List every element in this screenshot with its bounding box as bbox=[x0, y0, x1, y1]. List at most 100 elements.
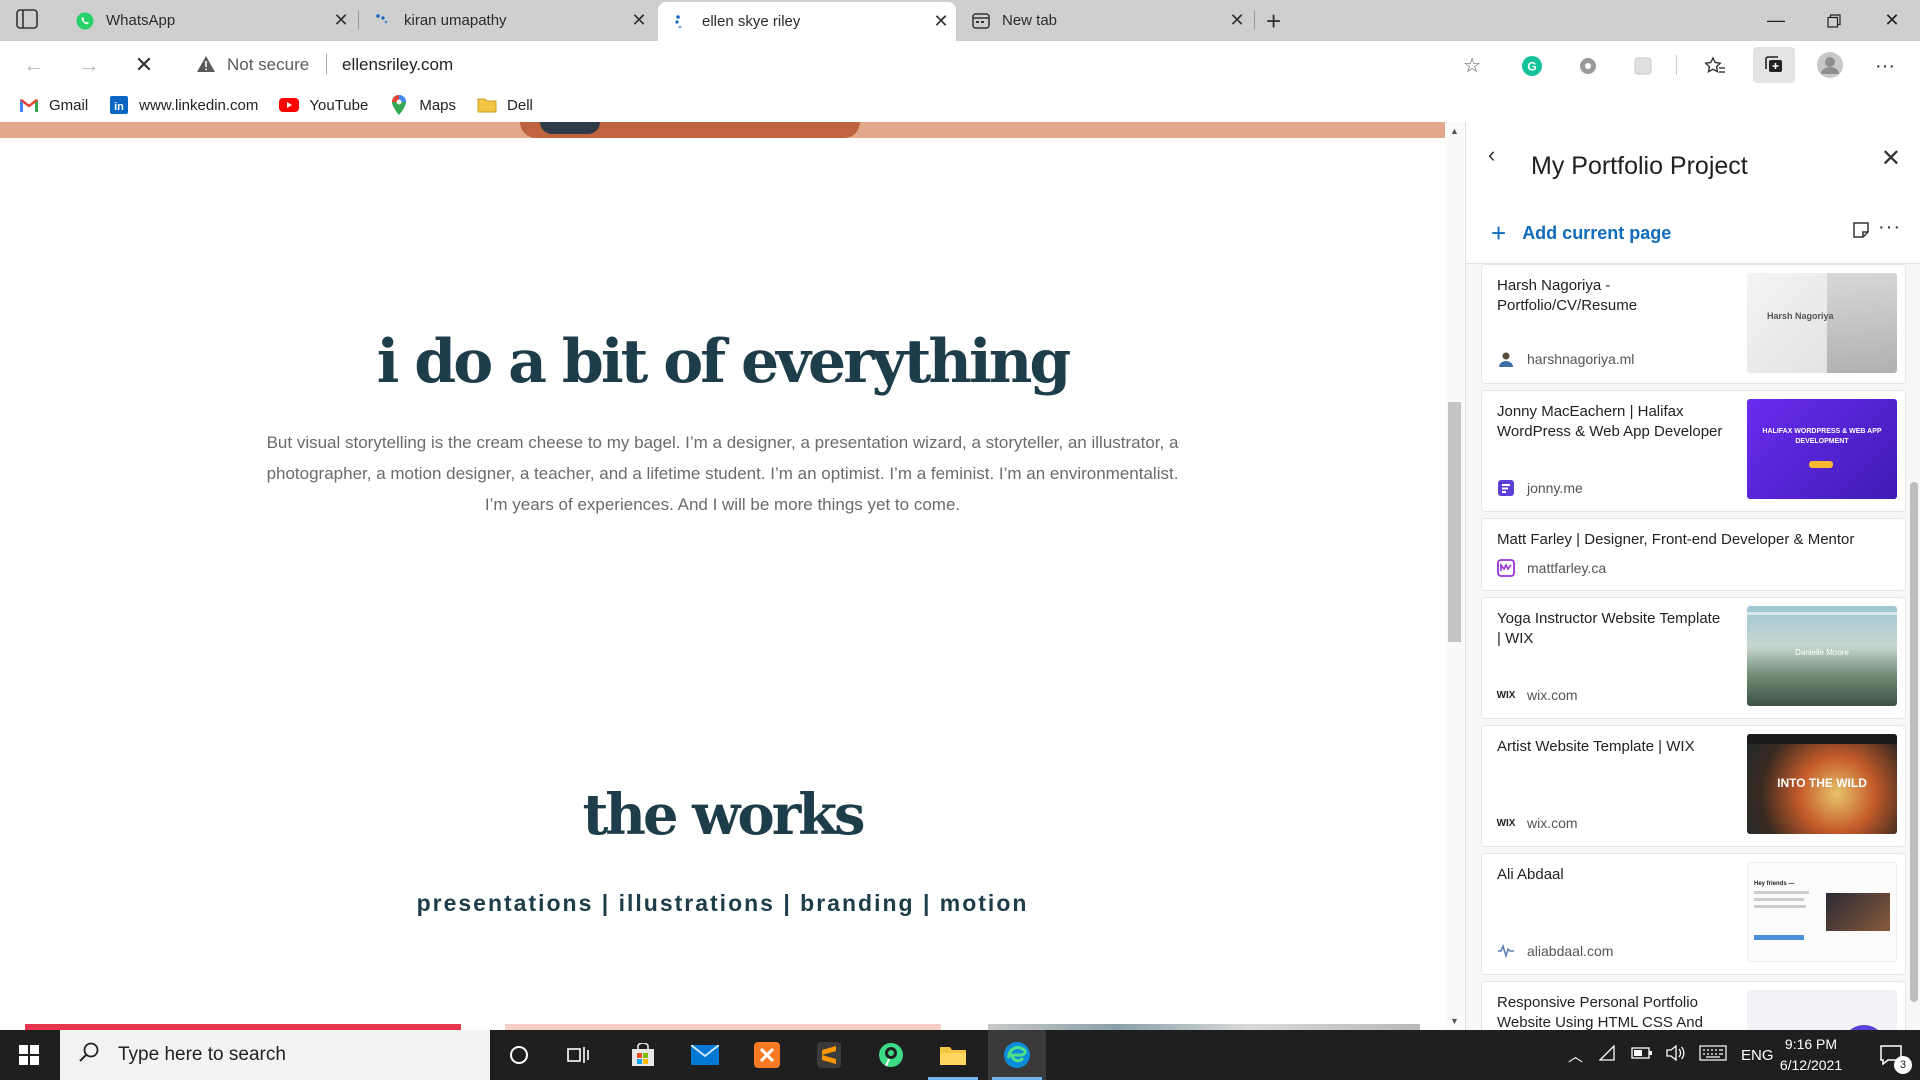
taskbar-search-box[interactable]: Type here to search bbox=[60, 1030, 490, 1080]
collection-item[interactable]: Jonny MacEachern | Halifax WordPress & W… bbox=[1481, 390, 1906, 512]
search-placeholder: Type here to search bbox=[118, 1044, 286, 1065]
taskbar-mail[interactable] bbox=[676, 1030, 734, 1080]
browser-toolbar: ← → ✕ Not secure ellensriley.com ☆ G ··· bbox=[0, 41, 1920, 88]
close-tab-icon[interactable]: ✕ bbox=[326, 10, 356, 31]
pane-scrollbar-thumb[interactable] bbox=[1910, 482, 1918, 1002]
collection-item[interactable]: Responsive Personal Portfolio Website Us… bbox=[1481, 981, 1906, 1030]
bookmark-maps[interactable]: Maps bbox=[389, 95, 456, 115]
taskbar-android-studio[interactable] bbox=[862, 1030, 920, 1080]
collection-title: My Portfolio Project bbox=[1531, 152, 1748, 180]
folder-icon bbox=[477, 96, 497, 114]
favorites-icon bbox=[1704, 56, 1725, 73]
back-arrow-icon: ← bbox=[23, 52, 45, 77]
url-text[interactable]: ellensriley.com bbox=[342, 55, 453, 75]
pane-scrollbar[interactable] bbox=[1910, 272, 1918, 1022]
profile-button[interactable] bbox=[1815, 50, 1845, 80]
warning-icon bbox=[196, 55, 216, 78]
category-filter[interactable]: presentations | illustrations | branding… bbox=[0, 890, 1445, 917]
bookmark-label: Gmail bbox=[49, 96, 89, 114]
minimize-button[interactable]: — bbox=[1748, 0, 1804, 41]
collection-item[interactable]: Yoga Instructor Website Template | WIX W… bbox=[1481, 597, 1906, 719]
item-title: Jonny MacEachern | Halifax WordPress & W… bbox=[1497, 403, 1723, 440]
bookmark-folder-dell[interactable]: Dell bbox=[477, 96, 533, 114]
toolbar-separator bbox=[1676, 55, 1677, 75]
action-center-button[interactable]: 3 bbox=[1862, 1030, 1920, 1080]
tab-actions-button[interactable] bbox=[16, 9, 40, 31]
item-source: jonny.me bbox=[1497, 479, 1583, 497]
grammarly-extension[interactable]: G bbox=[1519, 53, 1545, 79]
site-favicon-icon bbox=[1497, 559, 1515, 577]
item-title: Matt Farley | Designer, Front-end Develo… bbox=[1497, 531, 1855, 548]
tab-kiran-umapathy[interactable]: kiran umapathy ✕ bbox=[360, 0, 654, 41]
address-bar[interactable]: Not secure ellensriley.com ☆ bbox=[180, 45, 1493, 83]
taskbar-clock[interactable]: 9:16 PM 6/12/2021 bbox=[1766, 1034, 1856, 1076]
taskbar-store[interactable] bbox=[614, 1030, 672, 1080]
new-tab-button[interactable]: + bbox=[1266, 6, 1281, 37]
source-domain: jonny.me bbox=[1527, 480, 1583, 496]
youtube-icon bbox=[279, 96, 300, 114]
taskbar-edge[interactable] bbox=[988, 1030, 1046, 1080]
source-domain: wix.com bbox=[1527, 815, 1578, 831]
linkedin-icon: in bbox=[109, 96, 129, 114]
stop-icon: ✕ bbox=[134, 52, 154, 77]
collections-pane: ‹ My Portfolio Project ✕ + Add current p… bbox=[1465, 122, 1920, 1030]
site-favicon-icon bbox=[1497, 479, 1515, 497]
extension-gear[interactable] bbox=[1575, 53, 1601, 79]
collection-item[interactable]: Artist Website Template | WIX WIX wix.co… bbox=[1481, 725, 1906, 847]
more-options-icon[interactable]: ··· bbox=[1878, 216, 1901, 239]
settings-more-button[interactable]: ··· bbox=[1872, 53, 1898, 79]
taskbar-sublime[interactable] bbox=[800, 1030, 858, 1080]
close-tab-icon[interactable]: ✕ bbox=[1222, 10, 1252, 31]
wix-icon: WIX bbox=[1496, 817, 1516, 829]
volume-icon[interactable] bbox=[1665, 1044, 1685, 1065]
collections-button[interactable] bbox=[1753, 47, 1795, 83]
add-current-page-button[interactable]: + Add current page bbox=[1491, 218, 1671, 249]
tab-whatsapp[interactable]: WhatsApp ✕ bbox=[62, 0, 356, 41]
bookmark-linkedin[interactable]: in www.linkedin.com bbox=[109, 96, 258, 114]
task-view-button[interactable] bbox=[550, 1030, 608, 1080]
show-hidden-icons-chevron-icon[interactable]: ︿ bbox=[1568, 1045, 1583, 1066]
extension-generic[interactable] bbox=[1630, 53, 1656, 79]
scroll-down-icon[interactable]: ▼ bbox=[1450, 1016, 1459, 1026]
gmail-icon bbox=[19, 96, 39, 114]
add-note-icon[interactable] bbox=[1851, 220, 1871, 245]
keyboard-icon[interactable] bbox=[1699, 1045, 1727, 1065]
start-button[interactable] bbox=[0, 1030, 58, 1080]
tab-new-tab[interactable]: New tab ✕ bbox=[958, 0, 1252, 41]
scrollbar-thumb[interactable] bbox=[1448, 402, 1461, 642]
taskbar-file-explorer[interactable] bbox=[924, 1030, 982, 1080]
tab-separator bbox=[1254, 10, 1255, 30]
bookmark-youtube[interactable]: YouTube bbox=[279, 96, 368, 114]
svg-text:in: in bbox=[114, 101, 124, 113]
android-studio-icon bbox=[879, 1043, 903, 1067]
store-icon bbox=[632, 1043, 654, 1066]
back-chevron-icon[interactable]: ‹ bbox=[1488, 142, 1495, 168]
forward-button[interactable]: → bbox=[75, 51, 103, 79]
wix-icon: WIX bbox=[1496, 689, 1516, 701]
close-tab-icon[interactable]: ✕ bbox=[624, 10, 654, 31]
close-window-button[interactable]: ✕ bbox=[1864, 0, 1920, 41]
whatsapp-icon bbox=[76, 12, 94, 30]
notification-count-badge: 3 bbox=[1894, 1056, 1912, 1074]
battery-icon[interactable] bbox=[1631, 1046, 1653, 1064]
taskbar-xampp[interactable] bbox=[738, 1030, 796, 1080]
collection-item[interactable]: Ali Abdaal aliabdaal.com Hey friends — bbox=[1481, 853, 1906, 975]
back-button[interactable]: ← bbox=[20, 51, 48, 79]
close-tab-icon[interactable]: ✕ bbox=[926, 11, 956, 32]
close-pane-icon[interactable]: ✕ bbox=[1881, 144, 1901, 173]
scroll-up-icon[interactable]: ▲ bbox=[1450, 126, 1459, 136]
bookmark-gmail[interactable]: Gmail bbox=[19, 96, 88, 114]
add-favorite-icon[interactable]: ☆ bbox=[1463, 53, 1481, 78]
stop-loading-button[interactable]: ✕ bbox=[130, 51, 158, 79]
restore-button[interactable] bbox=[1806, 0, 1862, 41]
security-status[interactable]: Not secure bbox=[227, 55, 309, 75]
tab-ellen-skye-riley[interactable]: ellen skye riley ✕ bbox=[658, 2, 956, 41]
cortana-button[interactable] bbox=[490, 1030, 548, 1080]
collection-item[interactable]: Matt Farley | Designer, Front-end Develo… bbox=[1481, 518, 1906, 591]
grammarly-icon: G bbox=[1522, 56, 1542, 76]
network-icon[interactable] bbox=[1598, 1044, 1617, 1065]
source-domain: wix.com bbox=[1527, 687, 1578, 703]
favorites-button[interactable] bbox=[1702, 53, 1728, 79]
page-scrollbar[interactable]: ▲ ▼ bbox=[1445, 122, 1464, 1030]
collection-item[interactable]: Harsh Nagoriya - Portfolio/CV/Resume har… bbox=[1481, 264, 1906, 384]
